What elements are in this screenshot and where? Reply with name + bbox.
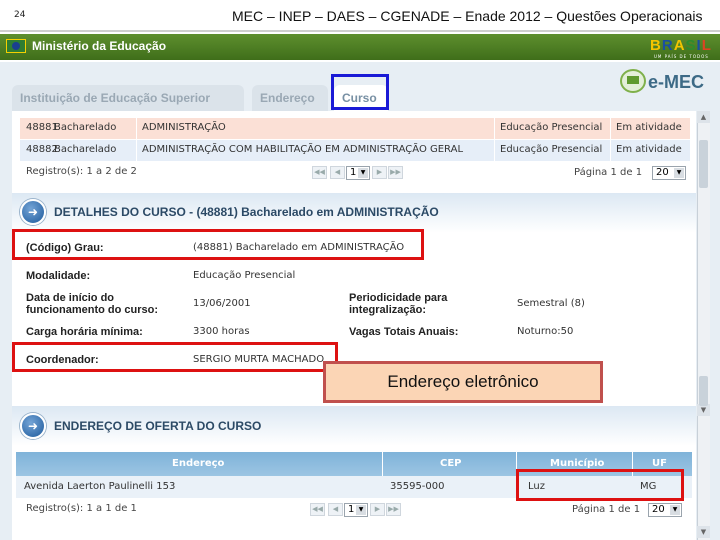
first-page-icon[interactable]: ◀◀ bbox=[310, 503, 325, 516]
next-page-icon[interactable]: ▶ bbox=[370, 503, 385, 516]
pager-records: Registro(s): 1 a 2 de 2 bbox=[26, 166, 137, 177]
col-cep[interactable]: CEP bbox=[440, 458, 462, 469]
highlight-box-municipio-uf bbox=[516, 469, 684, 501]
vagas-label: Vagas Totais Anuais: bbox=[349, 326, 459, 338]
scroll-thumb[interactable] bbox=[699, 140, 708, 188]
ministry-label[interactable]: Ministério da Educação bbox=[32, 39, 166, 53]
endereco-value: Avenida Laerton Paulinelli 153 bbox=[24, 481, 176, 492]
course-grau: Bacharelado bbox=[54, 144, 117, 155]
active-tab-highlight bbox=[331, 74, 389, 110]
endereco-section-title: ENDEREÇO DE OFERTA DO CURSO bbox=[54, 419, 262, 433]
course-grau: Bacharelado bbox=[54, 122, 117, 133]
brazil-flag-icon bbox=[6, 39, 26, 53]
emec-logo: e-MEC bbox=[648, 72, 705, 92]
chevron-down-icon: ▼ bbox=[358, 168, 368, 178]
course-name-link[interactable]: ADMINISTRAÇÃO bbox=[142, 122, 226, 133]
emec-logo-icon bbox=[620, 69, 646, 93]
cep-value: 35595-000 bbox=[390, 481, 445, 492]
highlight-box-codigo bbox=[12, 229, 424, 260]
pager-records: Registro(s): 1 a 1 de 1 bbox=[26, 503, 137, 514]
brasil-slogan: UM PAÍS DE TODOS bbox=[654, 54, 709, 59]
tab-endereco[interactable]: Endereço bbox=[252, 85, 328, 111]
carga-horaria-label: Carga horária mínima: bbox=[26, 326, 143, 338]
chevron-down-icon: ▼ bbox=[674, 168, 684, 178]
page-size-value: 20 bbox=[656, 167, 669, 178]
course-modalidade: Educação Presencial bbox=[500, 122, 603, 133]
page-select-value: 1 bbox=[348, 504, 355, 515]
page-size-select[interactable]: 20 ▼ bbox=[652, 166, 686, 180]
vagas-value: Noturno:50 bbox=[517, 326, 574, 337]
page-size-select[interactable]: 20 ▼ bbox=[648, 503, 682, 517]
course-modalidade: Educação Presencial bbox=[500, 144, 603, 155]
pager-page-info: Página 1 de 1 bbox=[572, 504, 641, 515]
next-page-icon[interactable]: ▶ bbox=[372, 166, 387, 179]
data-inicio-label: Data de início do funcionamento do curso: bbox=[26, 292, 158, 316]
slide-divider bbox=[0, 30, 720, 32]
prev-page-icon[interactable]: ◀ bbox=[328, 503, 343, 516]
periodicidade-label: Periodicidade para integralização: bbox=[349, 292, 448, 316]
periodicidade-value: Semestral (8) bbox=[517, 298, 585, 309]
slide-number: 24 bbox=[14, 10, 26, 20]
tab-instituicao[interactable]: Instituição de Educação Superior bbox=[12, 85, 244, 111]
course-situacao: Em atividade bbox=[616, 122, 682, 133]
col-municipio[interactable]: Município bbox=[550, 458, 604, 469]
table-row[interactable]: 48882 Bacharelado ADMINISTRAÇÃO COM HABI… bbox=[20, 140, 690, 161]
table-row[interactable]: 48881 Bacharelado ADMINISTRAÇÃO Educação… bbox=[20, 118, 690, 139]
callout-endereco-eletronico: Endereço eletrônico bbox=[323, 361, 603, 403]
highlight-box-coordenador bbox=[12, 342, 338, 372]
col-uf[interactable]: UF bbox=[652, 458, 667, 469]
modalidade-value: Educação Presencial bbox=[193, 270, 296, 281]
detalhes-title: DETALHES DO CURSO - (48881) Bacharelado … bbox=[54, 205, 439, 219]
scroll-thumb[interactable] bbox=[699, 376, 708, 406]
slide-title: MEC – INEP – DAES – CGENADE – Enade 2012… bbox=[232, 8, 703, 24]
col-endereco[interactable]: Endereço bbox=[172, 458, 224, 469]
brasil-logo: BRASIL bbox=[650, 37, 712, 54]
chevron-down-icon: ▼ bbox=[356, 505, 366, 515]
page-select[interactable]: 1 ▼ bbox=[344, 503, 368, 517]
course-name-link[interactable]: ADMINISTRAÇÃO COM HABILITAÇÃO EM ADMINIS… bbox=[142, 144, 463, 155]
arrow-right-icon: ➜ bbox=[20, 199, 46, 225]
course-situacao: Em atividade bbox=[616, 144, 682, 155]
first-page-icon[interactable]: ◀◀ bbox=[312, 166, 327, 179]
prev-page-icon[interactable]: ◀ bbox=[330, 166, 345, 179]
pager-page-info: Página 1 de 1 bbox=[574, 167, 643, 178]
page-select-value: 1 bbox=[350, 167, 357, 178]
last-page-icon[interactable]: ▶▶ bbox=[388, 166, 403, 179]
data-inicio-value: 13/06/2001 bbox=[193, 298, 251, 309]
scroll-up-icon[interactable]: ▲ bbox=[697, 111, 710, 123]
last-page-icon[interactable]: ▶▶ bbox=[386, 503, 401, 516]
carga-horaria-value: 3300 horas bbox=[193, 326, 250, 337]
page-size-value: 20 bbox=[652, 504, 665, 515]
modalidade-label: Modalidade: bbox=[26, 270, 91, 282]
arrow-right-icon: ➜ bbox=[20, 413, 46, 439]
chevron-down-icon: ▼ bbox=[670, 505, 680, 515]
page-select[interactable]: 1 ▼ bbox=[346, 166, 370, 180]
scroll-down-icon[interactable]: ▼ bbox=[697, 526, 710, 538]
